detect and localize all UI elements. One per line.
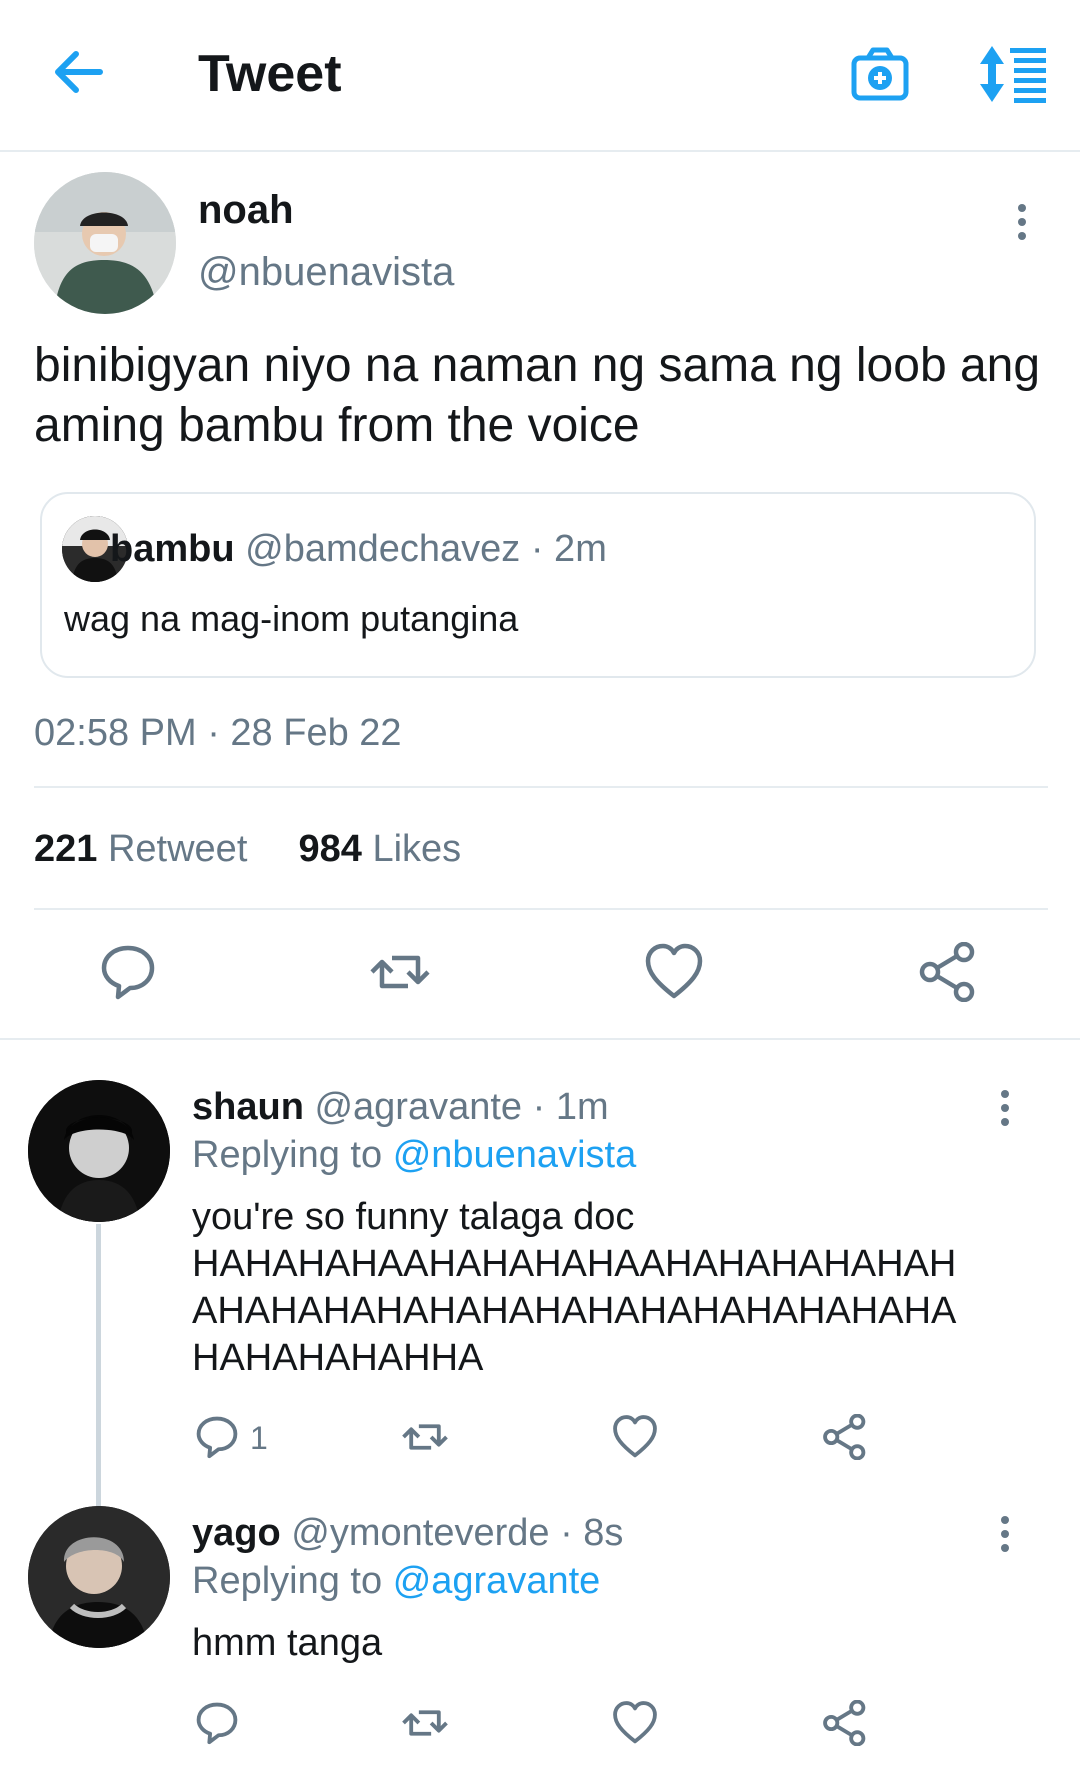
reply-author-name[interactable]: yago [192,1512,281,1554]
reply-text-line: you're so funny talaga doc [192,1196,635,1238]
reply-text-line: HAHAHAHAHHA [192,1337,484,1379]
likes-count: 984 [298,828,362,870]
reply-text-line: AHAHAHAHAHAHAHAHAHAHAHAHAHAHA [192,1290,957,1332]
camera-plus-icon[interactable] [850,44,910,104]
retweet-icon[interactable] [402,1700,448,1746]
retweet-count: 221 [34,828,98,870]
avatar[interactable] [34,172,176,314]
more-options-icon[interactable] [995,1086,1015,1126]
quoted-tweet-card[interactable] [40,492,1036,678]
quote-author-name: bambu [110,528,235,570]
quote-text: wag na mag-inom putangina [64,598,519,639]
reply-text: hmm tanga [192,1622,383,1664]
retweet-icon[interactable] [402,1414,448,1460]
replying-to-link[interactable]: @nbuenavista [393,1134,637,1176]
reply-count: 1 [250,1420,268,1456]
tweet-stats: 221 Retweet 984 Likes [34,828,461,871]
share-icon[interactable] [918,942,978,1002]
reply-header: yago @ymonteverde · 8s [192,1512,623,1555]
divider [34,908,1048,910]
quote-header: bambu @bamdechavez · 2m [110,528,607,571]
quote-handle-time: @bamdechavez · 2m [245,528,607,570]
share-icon[interactable] [822,1700,868,1746]
replying-to: Replying to @agravante [192,1560,600,1603]
sort-icon[interactable] [978,44,1048,104]
more-options-icon[interactable] [995,1512,1015,1552]
likes-label: Likes [372,828,462,870]
section-divider [0,1038,1080,1040]
tweet-text: binibigyan niyo na naman ng sama ng loob… [34,339,1041,452]
reply-author-name[interactable]: shaun [192,1086,304,1128]
reply-icon[interactable] [98,942,158,1002]
tweet-timestamp: 02:58 PM · 28 Feb 22 [34,712,402,754]
like-icon[interactable] [612,1414,658,1460]
retweet-stat[interactable]: 221 Retweet [34,828,247,870]
reply-handle-time: @agravante · 1m [314,1086,609,1128]
reply-text: you're so funny talaga doc HAHAHAHAAHAHA… [192,1194,1042,1382]
top-bar: Tweet [0,0,1080,152]
divider [34,786,1048,788]
likes-stat[interactable]: 984 Likes [299,828,462,870]
avatar[interactable] [28,1080,170,1222]
page-title: Tweet [198,45,342,103]
back-arrow-icon[interactable] [48,42,108,102]
replying-to-prefix: Replying to [192,1134,383,1176]
replying-to-link[interactable]: @agravante [393,1560,601,1602]
like-icon[interactable] [612,1700,658,1746]
retweet-label: Retweet [107,828,248,870]
reply-avatar-photo [28,1506,170,1648]
avatar[interactable] [28,1506,170,1648]
reply-icon[interactable] [194,1414,240,1460]
reply-text-line: HAHAHAHAAHAHAHAHAAHAHAHAHAHAH [192,1243,957,1285]
more-options-icon[interactable] [1012,200,1032,240]
like-icon[interactable] [644,942,704,1002]
reply-handle-time: @ymonteverde · 8s [291,1512,624,1554]
reply-header: shaun @agravante · 1m [192,1086,609,1129]
author-name[interactable]: noah [198,188,294,233]
avatar-photo [34,172,176,314]
replying-to: Replying to @nbuenavista [192,1134,636,1177]
author-handle[interactable]: @nbuenavista [198,250,454,295]
retweet-icon[interactable] [370,942,430,1002]
thread-line [96,1224,101,1506]
replying-to-prefix: Replying to [192,1560,383,1602]
reply-avatar-photo [28,1080,170,1222]
share-icon[interactable] [822,1414,868,1460]
reply-icon[interactable] [194,1700,240,1746]
